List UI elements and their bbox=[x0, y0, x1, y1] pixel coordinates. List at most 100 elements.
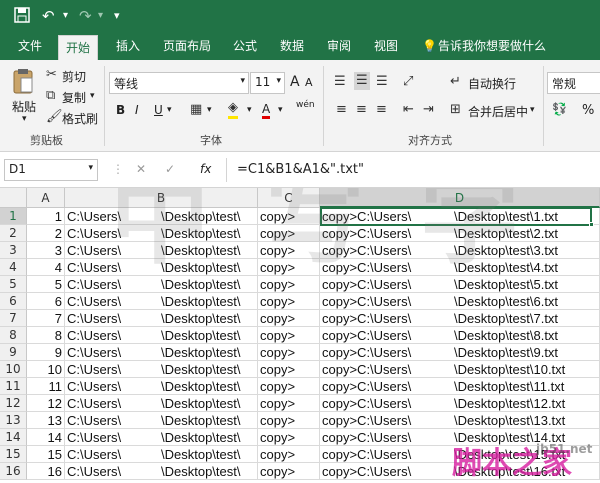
percent-button[interactable]: % bbox=[582, 103, 594, 118]
cell-b-path[interactable]: \Desktop\test\ bbox=[159, 429, 258, 446]
cell-a[interactable]: 8 bbox=[27, 327, 65, 344]
cell-d-path[interactable]: \Desktop\test\6.txt bbox=[452, 293, 600, 310]
cell-b-path[interactable]: \Desktop\test\ bbox=[159, 395, 258, 412]
cell-d-user[interactable]: copy>C:\Users\ bbox=[320, 446, 452, 463]
cell-a[interactable]: 4 bbox=[27, 259, 65, 276]
cell-b-user[interactable]: C:\Users\ bbox=[65, 276, 159, 293]
align-top-icon[interactable]: ☰ bbox=[334, 74, 346, 90]
align-center-icon[interactable]: ≡ bbox=[356, 102, 367, 118]
cell-d-path[interactable]: \Desktop\test\8.txt bbox=[452, 327, 600, 344]
row-header[interactable]: 3 bbox=[0, 242, 27, 259]
cell-b-user[interactable]: C:\Users\ bbox=[65, 327, 159, 344]
borders-icon[interactable]: ▦ bbox=[190, 102, 202, 118]
align-bottom-icon[interactable]: ☰ bbox=[376, 74, 388, 90]
row-header[interactable]: 13 bbox=[0, 412, 27, 429]
row-header[interactable]: 12 bbox=[0, 395, 27, 412]
cell-d-path[interactable]: \Desktop\test\5.txt bbox=[452, 276, 600, 293]
cell-c[interactable]: copy> bbox=[258, 208, 320, 225]
cell-b-user[interactable]: C:\Users\ bbox=[65, 378, 159, 395]
merge-center-button[interactable]: 合并后居中 bbox=[468, 103, 528, 120]
fill-color-icon[interactable]: ◈ bbox=[228, 100, 238, 119]
row-header[interactable]: 2 bbox=[0, 225, 27, 242]
cell-b-user[interactable]: C:\Users\ bbox=[65, 361, 159, 378]
cell-b-path[interactable]: \Desktop\test\ bbox=[159, 344, 258, 361]
cell-c[interactable]: copy> bbox=[258, 276, 320, 293]
orientation-icon[interactable]: ⤢ bbox=[403, 74, 413, 90]
cell-d-user[interactable]: copy>C:\Users\ bbox=[320, 395, 452, 412]
cell-a[interactable]: 11 bbox=[27, 378, 65, 395]
cell-b-user[interactable]: C:\Users\ bbox=[65, 310, 159, 327]
cell-c[interactable]: copy> bbox=[258, 378, 320, 395]
column-header-d[interactable]: D bbox=[320, 188, 600, 208]
cell-d-path[interactable]: \Desktop\test\7.txt bbox=[452, 310, 600, 327]
copy-button[interactable]: 复制 bbox=[62, 89, 86, 106]
cell-d-path[interactable]: \Desktop\test\4.txt bbox=[452, 259, 600, 276]
cell-c[interactable]: copy> bbox=[258, 412, 320, 429]
cell-b-user[interactable]: C:\Users\ bbox=[65, 344, 159, 361]
cell-a[interactable]: 13 bbox=[27, 412, 65, 429]
fill-handle[interactable] bbox=[589, 222, 594, 227]
row-header[interactable]: 10 bbox=[0, 361, 27, 378]
cell-a[interactable]: 16 bbox=[27, 463, 65, 480]
cell-d-path[interactable]: \Desktop\test\9.txt bbox=[452, 344, 600, 361]
phonetic-button[interactable]: wén bbox=[296, 100, 315, 110]
cell-c[interactable]: copy> bbox=[258, 310, 320, 327]
cell-b-user[interactable]: C:\Users\ bbox=[65, 412, 159, 429]
insert-function-button[interactable]: fx bbox=[200, 162, 211, 176]
cell-b-user[interactable]: C:\Users\ bbox=[65, 429, 159, 446]
column-header-b[interactable]: B bbox=[65, 188, 258, 208]
grow-font-button[interactable]: A bbox=[290, 74, 300, 90]
cell-d-user[interactable]: copy>C:\Users\ bbox=[320, 242, 452, 259]
decrease-indent-icon[interactable]: ⇤ bbox=[403, 102, 414, 118]
bold-button[interactable]: B bbox=[116, 103, 125, 117]
tell-me-box[interactable]: 告诉我你想要做什么 bbox=[438, 37, 546, 55]
confirm-entry-icon[interactable]: ✓ bbox=[165, 162, 175, 176]
customize-qat-icon[interactable]: ▾ bbox=[114, 7, 120, 25]
align-middle-icon[interactable]: ☰ bbox=[354, 72, 370, 90]
cell-d-path[interactable]: \Desktop\test\15.txt bbox=[452, 446, 600, 463]
cell-c[interactable]: copy> bbox=[258, 446, 320, 463]
tab-home[interactable]: 开始 bbox=[58, 35, 99, 60]
font-color-button[interactable]: A bbox=[262, 102, 271, 119]
undo-icon[interactable]: ↶ bbox=[42, 7, 55, 25]
redo-dropdown-icon[interactable]: ▾ bbox=[98, 7, 103, 25]
row-header[interactable]: 14 bbox=[0, 429, 27, 446]
increase-indent-icon[interactable]: ⇥ bbox=[423, 102, 434, 118]
align-left-icon[interactable]: ≡ bbox=[336, 102, 347, 118]
cell-c[interactable]: copy> bbox=[258, 225, 320, 242]
row-header[interactable]: 16 bbox=[0, 463, 27, 480]
cell-a[interactable]: 10 bbox=[27, 361, 65, 378]
row-header[interactable]: 15 bbox=[0, 446, 27, 463]
cell-d-path[interactable]: \Desktop\test\2.txt bbox=[452, 225, 600, 242]
cell-d-user[interactable]: copy>C:\Users\ bbox=[320, 225, 452, 242]
cell-d-user[interactable]: copy>C:\Users\ bbox=[320, 361, 452, 378]
wrap-text-button[interactable]: 自动换行 bbox=[468, 75, 516, 92]
row-header[interactable]: 7 bbox=[0, 310, 27, 327]
cell-d-user[interactable]: copy>C:\Users\ bbox=[320, 293, 452, 310]
cell-a[interactable]: 2 bbox=[27, 225, 65, 242]
cell-d-user[interactable]: copy>C:\Users\ bbox=[320, 463, 452, 480]
cell-d-path[interactable]: \Desktop\test\3.txt bbox=[452, 242, 600, 259]
cell-a[interactable]: 5 bbox=[27, 276, 65, 293]
paste-icon[interactable] bbox=[12, 68, 34, 99]
cell-d-user[interactable]: copy>C:\Users\ bbox=[320, 259, 452, 276]
cell-a[interactable]: 1 bbox=[27, 208, 65, 225]
cell-c[interactable]: copy> bbox=[258, 361, 320, 378]
paste-button[interactable]: 粘贴 bbox=[12, 98, 36, 115]
cell-b-path[interactable]: \Desktop\test\ bbox=[159, 276, 258, 293]
cell-b-path[interactable]: \Desktop\test\ bbox=[159, 242, 258, 259]
cell-a[interactable]: 6 bbox=[27, 293, 65, 310]
cell-b-user[interactable]: C:\Users\ bbox=[65, 242, 159, 259]
fill-dropdown-icon[interactable]: ▾ bbox=[247, 105, 252, 115]
align-right-icon[interactable]: ≡ bbox=[376, 102, 387, 118]
tab-review[interactable]: 审阅 bbox=[327, 37, 351, 55]
cell-d-path[interactable]: \Desktop\test\12.txt bbox=[452, 395, 600, 412]
cell-a[interactable]: 9 bbox=[27, 344, 65, 361]
cell-b-user[interactable]: C:\Users\ bbox=[65, 463, 159, 480]
cell-b-user[interactable]: C:\Users\ bbox=[65, 395, 159, 412]
shrink-font-button[interactable]: A bbox=[305, 76, 313, 89]
cell-b-path[interactable]: \Desktop\test\ bbox=[159, 208, 258, 225]
cell-d-user[interactable]: copy>C:\Users\ bbox=[320, 344, 452, 361]
row-header[interactable]: 6 bbox=[0, 293, 27, 310]
cell-b-user[interactable]: C:\Users\ bbox=[65, 208, 159, 225]
